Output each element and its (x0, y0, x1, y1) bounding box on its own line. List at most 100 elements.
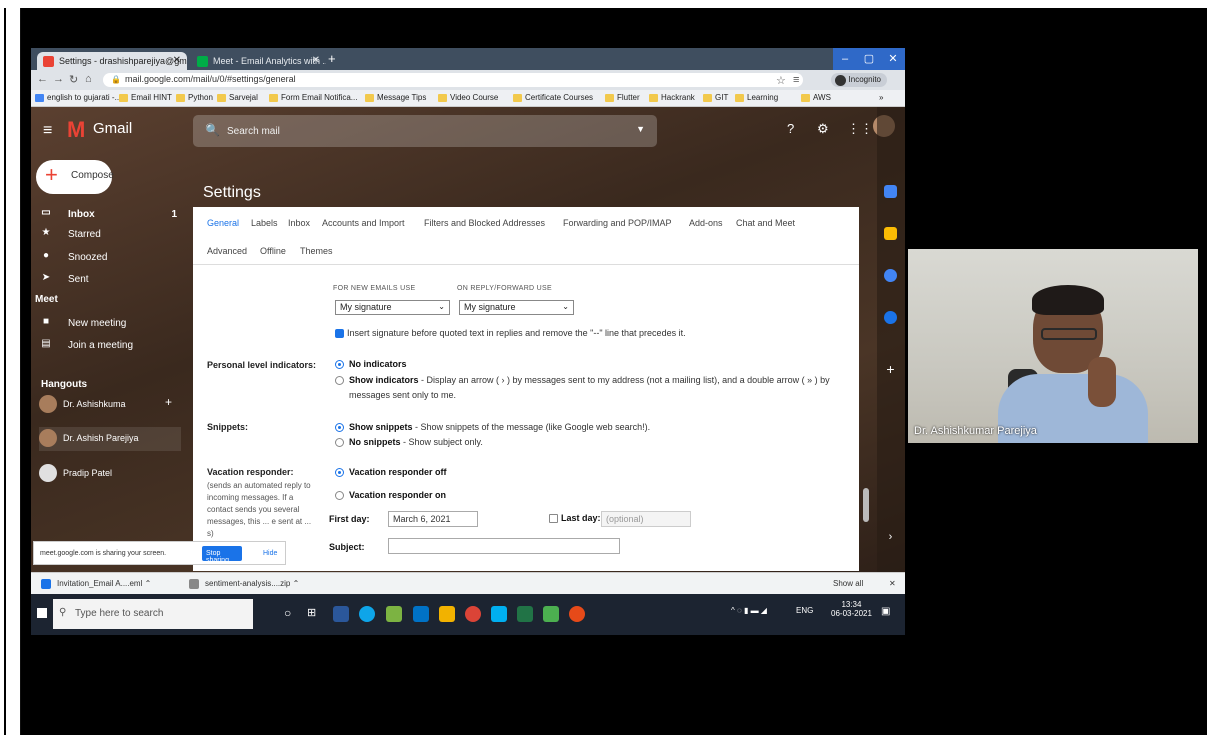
tab-offline[interactable]: Offline (260, 246, 286, 256)
first-day-input[interactable]: March 6, 2021 (388, 511, 478, 527)
tab-chat-meet[interactable]: Chat and Meet (736, 218, 795, 228)
bookmark-item[interactable]: Python (176, 93, 213, 102)
bookmark-item[interactable]: Sarvejal (217, 93, 258, 102)
hangout-contact[interactable]: Pradip Patel (39, 462, 181, 486)
bookmarks-more[interactable]: » (879, 93, 883, 102)
last-day-input[interactable]: (optional) (601, 511, 691, 527)
search-icon[interactable]: 🔍 (205, 123, 220, 137)
tab-themes[interactable]: Themes (300, 246, 333, 256)
file-explorer-icon[interactable] (439, 606, 455, 622)
tab-inbox[interactable]: Inbox (288, 218, 310, 228)
bookmark-item[interactable]: Video Course (438, 93, 498, 102)
app-icon[interactable] (333, 606, 349, 622)
signature-new-select[interactable]: My signature ⌄ (335, 300, 450, 315)
hangout-contact[interactable]: Dr. Ashishkuma (39, 393, 181, 417)
close-icon[interactable]: ✕ (889, 579, 896, 588)
stop-sharing-button[interactable]: Stop sharing (202, 546, 242, 564)
new-tab-button[interactable]: + (328, 51, 336, 66)
sidebar-item-snoozed[interactable]: ● Snoozed (31, 248, 183, 268)
add-addon-icon[interactable]: + (884, 362, 897, 376)
excel-icon[interactable] (517, 606, 533, 622)
bookmark-item[interactable]: Form Email Notifica... (269, 93, 357, 102)
url-field[interactable]: 🔒 mail.google.com/mail/u/0/#settings/gen… (103, 73, 803, 87)
tasks-icon[interactable] (884, 269, 897, 282)
search-options-icon[interactable]: ▼ (636, 124, 645, 134)
sidebar-item-inbox[interactable]: ▭ Inbox 1 (31, 205, 183, 225)
gmail-logo-icon[interactable]: M (67, 117, 85, 143)
tab-settings[interactable]: Settings - drashishparejiya@gm... ✕ (37, 52, 187, 70)
download-item[interactable]: Invitation_Email A....eml ⌃ (41, 579, 151, 589)
reading-list-icon[interactable]: ≡ (793, 74, 799, 86)
tab-filters[interactable]: Filters and Blocked Addresses (424, 218, 545, 228)
forward-icon[interactable]: → (53, 73, 64, 85)
home-icon[interactable]: ⌂ (85, 73, 92, 85)
chrome-icon[interactable] (465, 606, 481, 622)
subject-input[interactable] (388, 538, 620, 554)
windows-start-icon[interactable] (37, 608, 47, 618)
sidebar-item-starred[interactable]: ★ Starred (31, 225, 183, 245)
clock[interactable]: 13:34 06-03-2021 (831, 600, 872, 618)
participant-video-tile[interactable]: Dr. Ashishkumar Parejiya (908, 249, 1198, 443)
tab-advanced[interactable]: Advanced (207, 246, 247, 256)
bookmark-item[interactable]: Learning (735, 93, 778, 102)
tab-labels[interactable]: Labels (251, 218, 278, 228)
app-icon[interactable] (569, 606, 585, 622)
cortana-icon[interactable]: ○ (284, 606, 300, 622)
show-all-button[interactable]: Show all (833, 579, 863, 588)
show-snippets-radio[interactable] (335, 423, 344, 432)
bookmark-item[interactable]: Flutter (605, 93, 640, 102)
tab-addons[interactable]: Add-ons (689, 218, 723, 228)
app-icon[interactable] (386, 606, 402, 622)
back-icon[interactable]: ← (37, 73, 48, 85)
expand-icon[interactable]: › (884, 531, 897, 544)
notifications-icon[interactable]: ▣ (881, 606, 890, 617)
calendar-icon[interactable] (884, 185, 897, 198)
app-icon[interactable] (543, 606, 559, 622)
signature-reply-select[interactable]: My signature ⌄ (459, 300, 574, 315)
bookmark-item[interactable]: AWS (801, 93, 831, 102)
task-view-icon[interactable]: ⊞ (307, 606, 323, 622)
window-close-icon[interactable]: ✕ (881, 48, 905, 70)
vacation-on-radio[interactable] (335, 491, 344, 500)
settings-scrollbar[interactable] (863, 488, 869, 522)
help-icon[interactable]: ? (787, 121, 794, 136)
no-snippets-radio[interactable] (335, 438, 344, 447)
hangout-contact[interactable]: Dr. Ashish Parejiya (39, 427, 181, 451)
download-item[interactable]: sentiment-analysis....zip ⌃ (189, 579, 299, 589)
keep-icon[interactable] (884, 227, 897, 240)
language-indicator[interactable]: ENG (796, 606, 813, 615)
insert-signature-checkbox[interactable] (335, 329, 344, 338)
maximize-icon[interactable]: ▢ (857, 48, 881, 70)
sidebar-item-sent[interactable]: ➤ Sent (31, 270, 183, 290)
outlook-icon[interactable] (413, 606, 429, 622)
tab-general[interactable]: General (207, 218, 239, 228)
last-day-checkbox[interactable] (549, 514, 558, 523)
tab-forwarding[interactable]: Forwarding and POP/IMAP (563, 218, 672, 228)
close-icon[interactable]: ✕ (173, 55, 181, 66)
compose-button[interactable]: + Compose (36, 160, 114, 194)
edge-icon[interactable] (359, 606, 375, 622)
no-indicators-radio[interactable] (335, 360, 344, 369)
bookmark-item[interactable]: Certificate Courses (513, 93, 593, 102)
bookmark-item[interactable]: Message Tips (365, 93, 426, 102)
bookmark-item[interactable]: Hackrank (649, 93, 695, 102)
hide-button[interactable]: Hide (263, 550, 277, 557)
join-meeting-button[interactable]: ▤ Join a meeting (31, 336, 183, 356)
bookmark-item[interactable]: Email HINT (119, 93, 172, 102)
apps-grid-icon[interactable]: ⋮⋮ (847, 121, 873, 137)
menu-icon[interactable]: ≡ (43, 122, 52, 140)
bookmark-item[interactable]: GIT (703, 93, 728, 102)
bookmark-star-icon[interactable]: ☆ (776, 74, 786, 87)
close-icon[interactable]: ✕ (312, 55, 320, 66)
tab-accounts[interactable]: Accounts and Import (322, 218, 405, 228)
incognito-badge[interactable]: Incognito (830, 73, 887, 87)
reload-icon[interactable]: ↻ (69, 73, 78, 86)
contacts-icon[interactable] (884, 311, 897, 324)
bookmark-item[interactable]: english to gujarati -... (35, 93, 121, 102)
taskbar-search[interactable]: ⚲ Type here to search (53, 599, 253, 629)
show-indicators-radio[interactable] (335, 376, 344, 385)
minimize-icon[interactable]: – (833, 48, 857, 70)
gear-icon[interactable]: ⚙ (817, 121, 829, 137)
new-meeting-button[interactable]: ■ New meeting (31, 314, 183, 334)
vacation-off-radio[interactable] (335, 468, 344, 477)
